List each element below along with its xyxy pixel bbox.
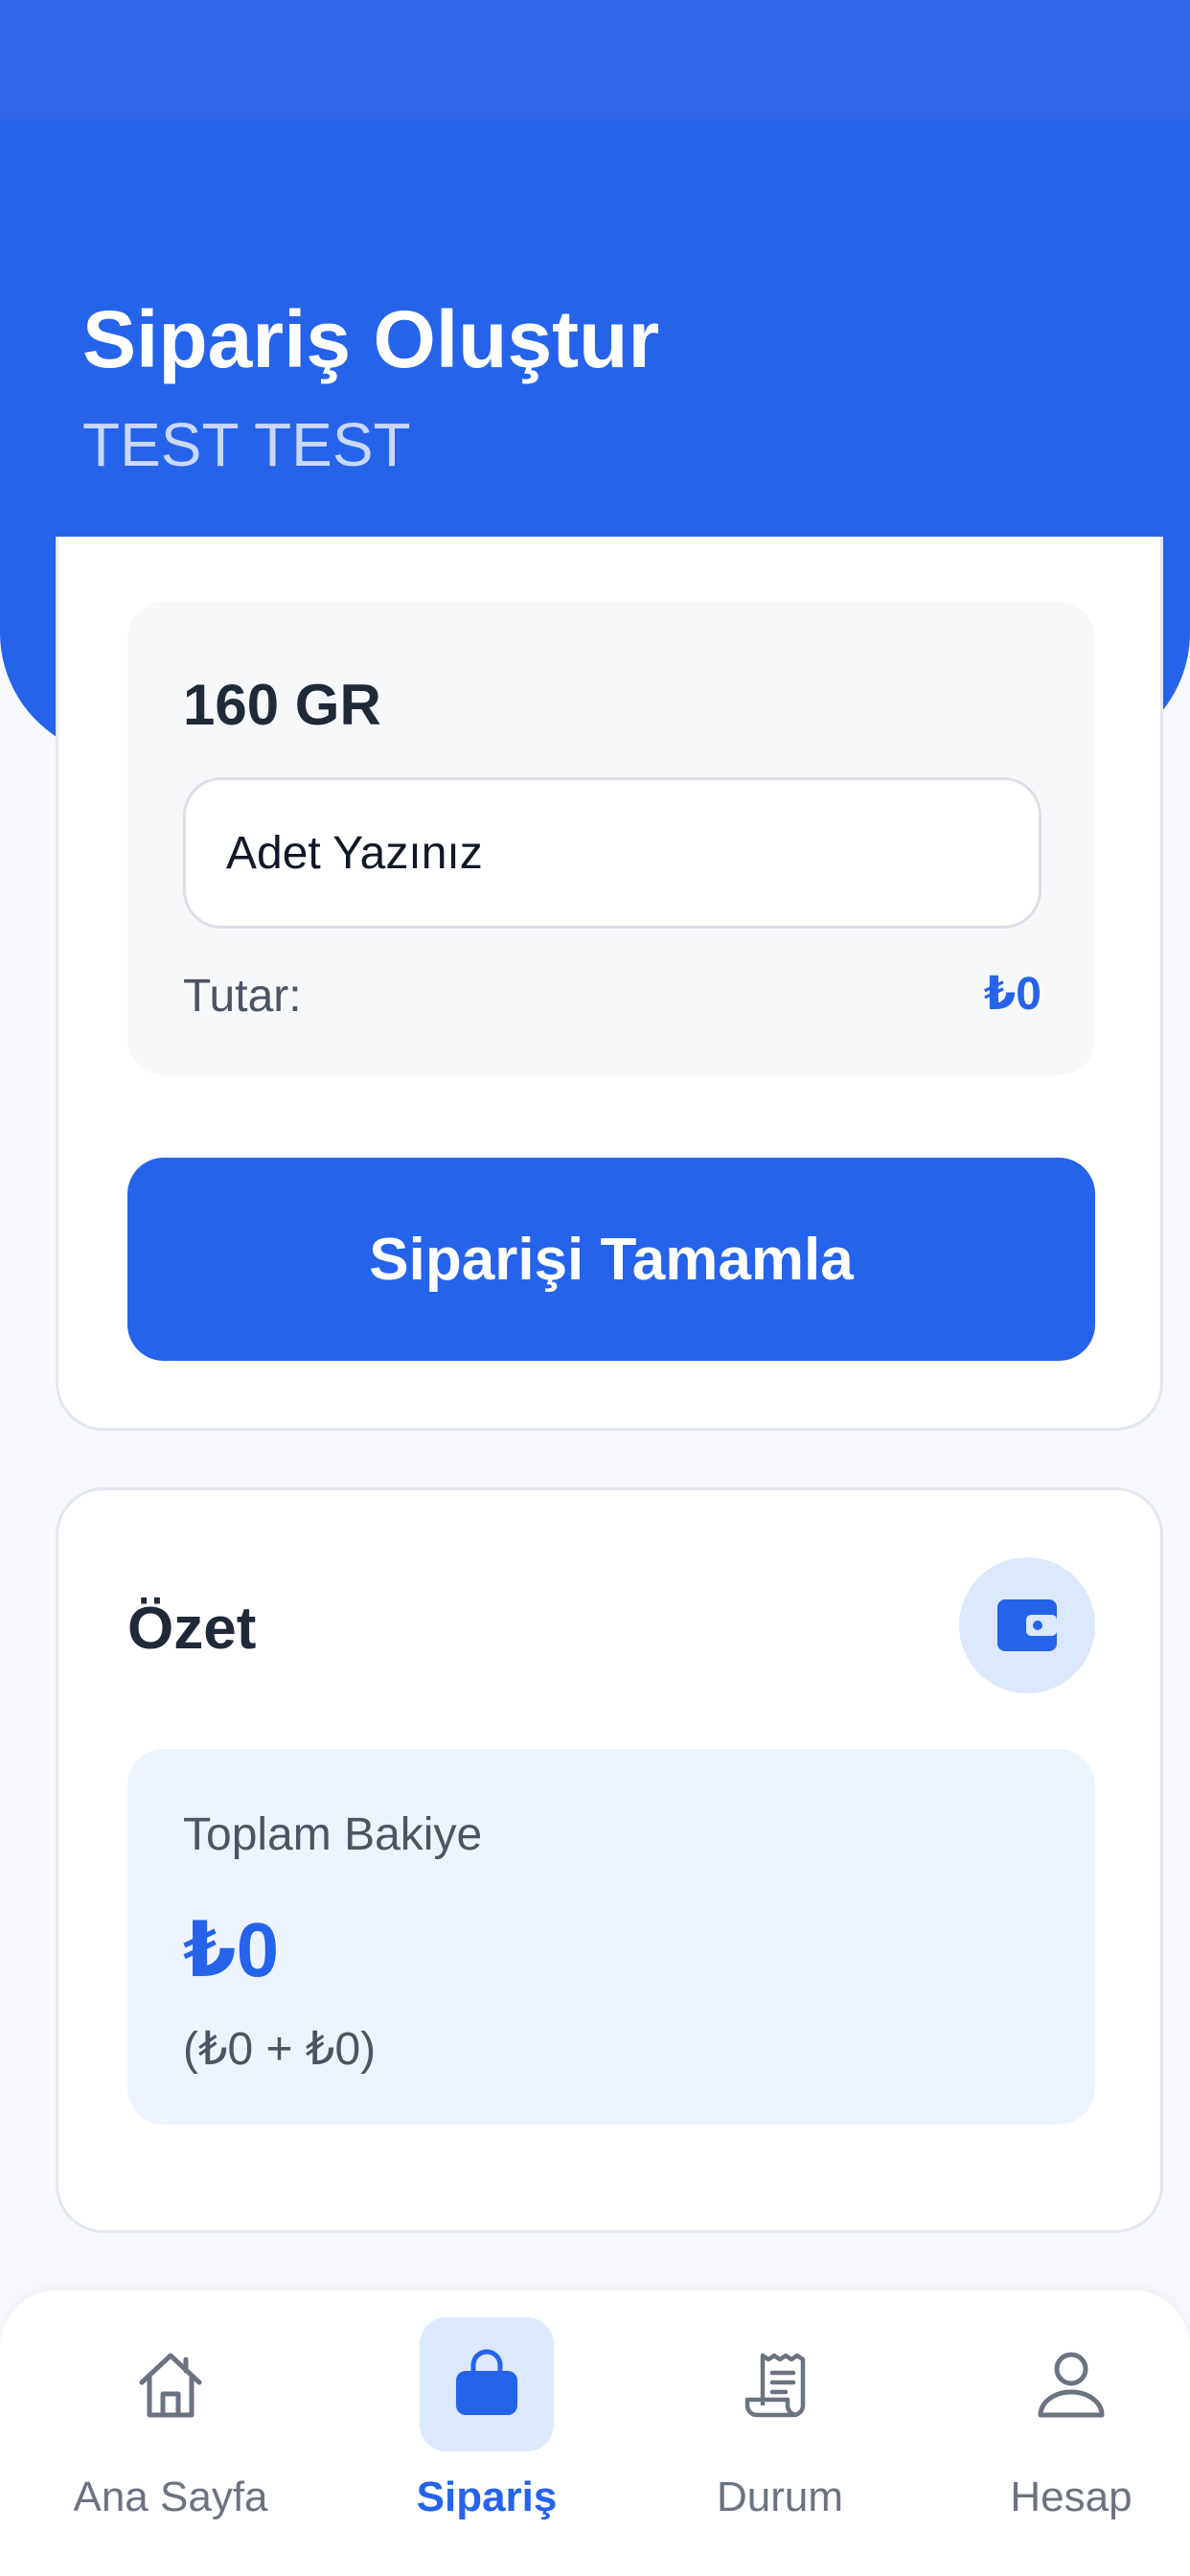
nav-label-account: Hesap — [1010, 2473, 1133, 2520]
page-subtitle: TEST TEST — [82, 410, 411, 479]
nav-item-order[interactable]: Sipariş — [362, 2317, 611, 2547]
app-screen: Sipariş Oluştur TEST TEST 160 GR Tutar: … — [0, 0, 1190, 2576]
order-card: 160 GR Tutar: ₺0 Siparişi Tamamla — [56, 537, 1163, 1431]
balance-box: Toplam Bakiye ₺0 (₺0 + ₺0) — [127, 1749, 1095, 2125]
wallet-badge — [959, 1557, 1095, 1693]
user-icon — [1038, 2352, 1105, 2418]
page-title: Sipariş Oluştur — [82, 294, 660, 384]
product-name: 160 GR — [183, 673, 381, 737]
summary-title: Özet — [127, 1596, 257, 1662]
shopping-bag-icon — [456, 2349, 517, 2415]
nav-label-status: Durum — [716, 2473, 844, 2520]
wallet-icon — [997, 1599, 1057, 1651]
amount-label: Tutar: — [183, 971, 302, 1022]
product-box: 160 GR Tutar: ₺0 — [127, 602, 1095, 1075]
bottom-nav: Ana Sayfa Sipariş Durum Hesap — [0, 2290, 1190, 2576]
nav-label-order: Sipariş — [416, 2473, 558, 2520]
nav-item-home[interactable]: Ana Sayfa — [46, 2317, 295, 2547]
complete-order-button[interactable]: Siparişi Tamamla — [127, 1158, 1095, 1361]
balance-value: ₺0 — [183, 1907, 280, 1992]
home-icon — [139, 2353, 202, 2418]
status-bar-area — [0, 0, 1190, 120]
receipt-icon — [744, 2353, 806, 2418]
summary-card: Özet Toplam Bakiye ₺0 (₺0 + ₺0) — [56, 1487, 1163, 2233]
balance-label: Toplam Bakiye — [183, 1809, 483, 1860]
amount-value: ₺0 — [983, 969, 1041, 1020]
quantity-input[interactable] — [183, 777, 1041, 929]
nav-item-account[interactable]: Hesap — [947, 2317, 1190, 2547]
nav-item-status[interactable]: Durum — [655, 2317, 904, 2547]
balance-breakdown: (₺0 + ₺0) — [183, 2024, 377, 2075]
nav-label-home: Ana Sayfa — [73, 2473, 268, 2520]
